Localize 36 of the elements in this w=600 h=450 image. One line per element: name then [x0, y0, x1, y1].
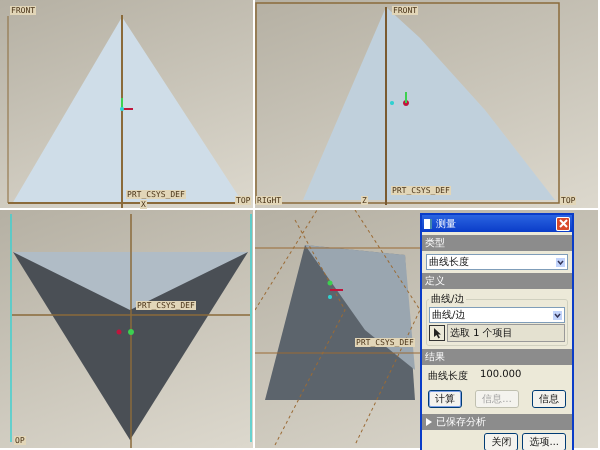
datum-label: RIGHT [256, 196, 282, 205]
datum-label: Z [361, 196, 368, 205]
datum-label: TOP [560, 196, 576, 205]
dropdown-arrow-icon [553, 310, 562, 320]
curve-dropdown[interactable]: 曲线/边 [429, 307, 565, 323]
window-icon [424, 218, 432, 228]
datum-label: FRONT [10, 6, 36, 15]
selection-field[interactable]: 选取 1 个项目 [447, 324, 565, 342]
coordinate-axes-icon [116, 329, 134, 335]
result-value: 100.000 [480, 369, 522, 382]
group-label: 曲线/边 [430, 292, 466, 306]
datum-label: OP [14, 436, 26, 445]
result-name: 曲线长度 [428, 370, 468, 383]
datum-label: PRT_CSYS_DEF [391, 186, 451, 195]
datum-label: PRT_CSYS_DEF [136, 301, 196, 310]
coordinate-axes-icon [120, 98, 133, 111]
coordinate-axes-icon [328, 280, 343, 299]
type-dropdown[interactable]: 曲线长度 [426, 254, 568, 270]
dropdown-arrow-icon [556, 258, 565, 266]
action-button[interactable]: 计算 [428, 390, 462, 408]
footer-button[interactable]: 选项... [522, 433, 566, 450]
datum-label: PRT_CSYS_DEF [126, 190, 186, 199]
section-header: 类型 [422, 235, 572, 251]
datum-label: X [140, 200, 147, 209]
section-header: 结果 [422, 349, 572, 365]
datum-label: FRONT [392, 6, 418, 15]
cursor-icon [432, 327, 442, 339]
action-button[interactable]: 信息 [532, 390, 566, 408]
dialog-title: 测量 [436, 218, 456, 230]
footer-button[interactable]: 关闭 [484, 433, 518, 450]
datum-label: PRT_CSYS_DEF [355, 338, 415, 347]
datum-label: TOP [235, 196, 252, 205]
coordinate-axes-icon [390, 92, 409, 106]
select-button[interactable] [429, 325, 445, 341]
section-header: 定义 [422, 273, 572, 289]
close-button[interactable] [556, 216, 570, 230]
